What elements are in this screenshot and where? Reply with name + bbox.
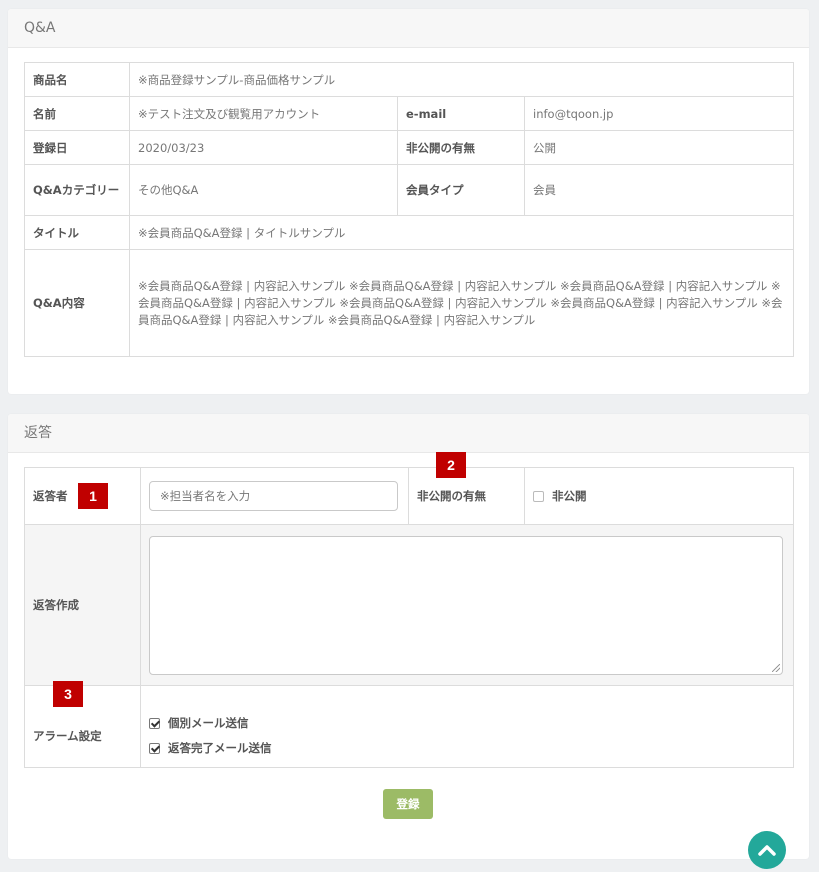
table-row: 返答者 ※担当者名を入力 非公開の有無 非公開 — [24, 467, 794, 525]
content-value: ※会員商品Q&A登録 | 内容記入サンプル ※会員商品Q&A登録 | 内容記入サ… — [128, 249, 795, 357]
table-row: Q&A内容 ※会員商品Q&A登録 | 内容記入サンプル ※会員商品Q&A登録 |… — [24, 249, 795, 357]
responder-cell: ※担当者名を入力 — [140, 467, 409, 525]
private-label: 非公開の有無 — [397, 130, 525, 165]
alarm-option-complete[interactable]: 返答完了メール送信 — [149, 736, 785, 761]
reply-private-label: 非公開の有無 — [408, 467, 525, 525]
compose-cell — [140, 524, 794, 686]
compose-textarea[interactable] — [149, 535, 783, 675]
qa-panel: Q&A 商品名 ※商品登録サンプル-商品価格サンプル 名前 ※テスト注文及び観覧… — [8, 9, 809, 394]
email-value: info@tqoon.jp — [523, 96, 795, 131]
table-row: タイトル ※会員商品Q&A登録 | タイトルサンプル — [24, 215, 795, 250]
category-label: Q&Aカテゴリー — [24, 164, 130, 216]
email-label: e-mail — [397, 96, 525, 131]
alarm-individual-checkbox[interactable] — [149, 717, 160, 729]
date-label: 登録日 — [24, 130, 130, 165]
table-row: 名前 ※テスト注文及び観覧用アカウント e-mail info@tqoon.jp — [24, 96, 795, 131]
responder-placeholder: ※担当者名を入力 — [160, 489, 251, 503]
table-row: 商品名 ※商品登録サンプル-商品価格サンプル — [24, 62, 795, 97]
member-type-value: 会員 — [523, 164, 795, 216]
alarm-complete-checkbox[interactable] — [149, 742, 160, 754]
qa-panel-title: Q&A — [8, 9, 809, 48]
private-checkbox[interactable] — [533, 490, 544, 502]
product-value: ※商品登録サンプル-商品価格サンプル — [128, 62, 795, 97]
product-label: 商品名 — [24, 62, 130, 97]
reply-private-cell: 非公開 — [524, 467, 794, 525]
alarm-complete-label: 返答完了メール送信 — [168, 741, 272, 755]
alarm-options-cell: 個別メール送信 返答完了メール送信 — [140, 685, 794, 768]
reply-panel-title: 返答 — [8, 414, 809, 453]
title-label: タイトル — [24, 215, 130, 250]
qa-detail-table: 商品名 ※商品登録サンプル-商品価格サンプル 名前 ※テスト注文及び観覧用アカウ… — [24, 62, 795, 357]
name-label: 名前 — [24, 96, 130, 131]
scroll-to-top-button[interactable] — [748, 831, 786, 869]
content-label: Q&A内容 — [24, 249, 130, 357]
private-checkbox-row[interactable]: 非公開 — [533, 484, 785, 509]
marker-3: 3 — [53, 681, 83, 707]
reply-form-table: 返答者 ※担当者名を入力 非公開の有無 非公開 返答作成 アラーム設定 個別メー… — [24, 467, 794, 768]
marker-2: 2 — [436, 452, 466, 478]
private-checkbox-label: 非公開 — [552, 489, 587, 503]
title-value: ※会員商品Q&A登録 | タイトルサンプル — [128, 215, 795, 250]
submit-button[interactable]: 登録 — [383, 789, 433, 819]
table-row: 返答作成 — [24, 524, 794, 686]
resize-grip-icon[interactable] — [772, 663, 780, 672]
table-row: Q&Aカテゴリー その他Q&A 会員タイプ 会員 — [24, 164, 795, 216]
name-value: ※テスト注文及び観覧用アカウント — [129, 96, 398, 131]
date-value: 2020/03/23 — [129, 130, 398, 165]
table-row: 登録日 2020/03/23 非公開の有無 公開 — [24, 130, 795, 165]
responder-input[interactable]: ※担当者名を入力 — [149, 481, 398, 511]
marker-1: 1 — [78, 483, 108, 509]
compose-label: 返答作成 — [24, 524, 141, 686]
alarm-option-individual[interactable]: 個別メール送信 — [149, 711, 785, 736]
chevron-up-icon — [758, 845, 776, 856]
table-row: アラーム設定 個別メール送信 返答完了メール送信 — [24, 685, 794, 768]
alarm-individual-label: 個別メール送信 — [168, 716, 249, 730]
member-type-label: 会員タイプ — [397, 164, 525, 216]
private-value: 公開 — [523, 130, 795, 165]
category-value: その他Q&A — [129, 164, 398, 216]
